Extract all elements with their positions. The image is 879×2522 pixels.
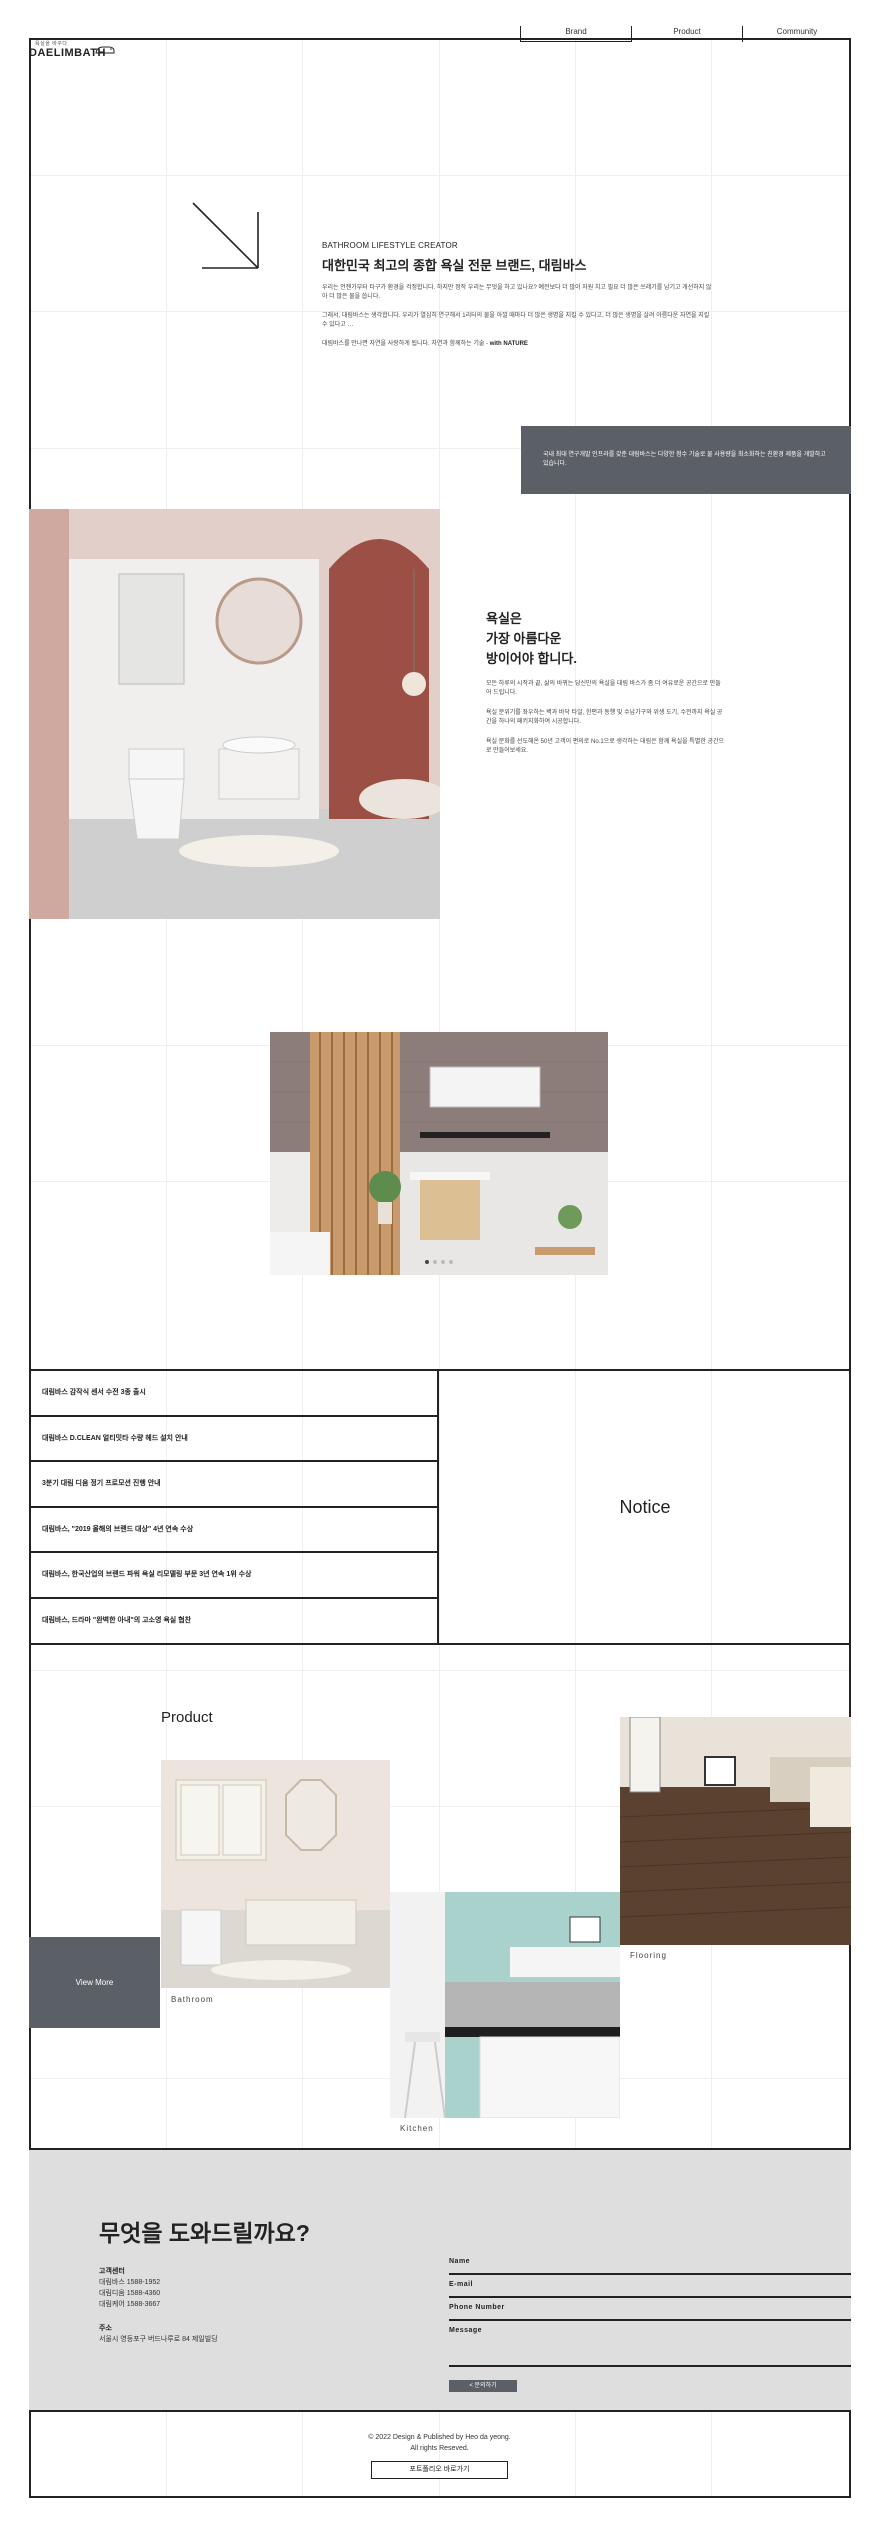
notice-item[interactable]: 대림바스 감작식 센서 수전 3종 출시 [29,1371,437,1417]
product-title: Product [161,1709,213,1726]
quote-line: 방이어야 합니다. [486,651,577,666]
customer-center-label: 고객센터 [99,2268,125,2275]
main-nav: Brand Product Community [520,26,851,42]
intro-eyebrow: BATHROOM LIFESTYLE CREATOR [322,241,458,250]
nav-brand[interactable]: Brand [520,26,632,42]
logo-tagline: 욕실을 바꾸다 [35,41,68,47]
intro-paragraph: 우리는 언젠가부터 타구가 환경을 걱정합니다. 하지만 정작 우리는 무엇을 … [322,285,712,300]
nav-product[interactable]: Product [632,26,742,42]
address-label: 주소 [99,2325,112,2332]
intro-section: BATHROOM LIFESTYLE CREATOR 대한민국 최고의 종합 욕… [322,241,712,349]
slider-dot[interactable] [425,1260,429,1264]
quote-line: 가장 아름다운 [486,631,562,646]
product-bathroom-label[interactable]: Bathroom [171,1995,214,2004]
customer-center-line: 대림케어 1588-3667 [99,2301,161,2308]
customer-center: 고객센터 대림바스 1588-1952 대림디움 1588-4360 대림케어 … [99,2266,160,2310]
product-flooring-photo[interactable] [620,1717,851,1945]
name-field[interactable]: Name [449,2252,851,2275]
arrow-down-right-icon [192,202,259,269]
message-field[interactable]: Message [449,2321,851,2367]
product-kitchen-label[interactable]: Kitchen [400,2124,434,2133]
quote-line: 욕실은 [486,611,522,626]
bathroom-quote: 욕실은 가장 아름다운 방이어야 합니다. 모든 하루의 시작과 끝, 삶의 바… [486,609,726,756]
submit-button[interactable]: < 문의하기 [449,2380,517,2392]
portfolio-link-button[interactable]: 포트폴리오 바로가기 [371,2461,508,2479]
address-block: 주소 서울시 영등포구 버드나루로 84 제일빌딩 [99,2323,218,2345]
product-kitchen-photo[interactable] [390,1892,620,2118]
grid-line [31,175,849,176]
bear-icon [95,46,115,54]
grid-line [166,40,167,2496]
notice-list: 대림바스 감작식 센서 수전 3종 출시 대림바스 D.CLEAN 얼티밋타 수… [29,1371,439,1643]
intro-highlight: with NATURE [489,341,528,347]
notice-item[interactable]: 대림바스, "2019 올해의 브랜드 대상" 4년 연속 수상 [29,1508,437,1553]
intro-title: 대한민국 최고의 종합 욕실 전문 브랜드, 대림바스 [322,258,587,273]
slider-dot[interactable] [449,1260,453,1264]
grid-line [31,1670,849,1671]
footer-credit: © 2022 Design & Published by Heo da yeon… [368,2434,511,2441]
notice-title: Notice [619,1497,671,1517]
contact-section: 무엇을 도와드릴까요? 고객센터 대림바스 1588-1952 대림디움 158… [29,2148,851,2412]
view-more-button[interactable]: View More [29,1937,160,2028]
grid-line [711,40,712,2496]
intro-paragraph: 그래서, 대림바스는 생각합니다. 우리가 열심히 연구해서 1리터의 물을 아… [322,313,710,328]
intro-paragraph: 대림바스를 만나면 자연을 사랑하게 됩니다. 자연과 함께하는 기술 - wi… [322,340,712,349]
bathroom-photo [29,509,440,919]
phone-field[interactable]: Phone Number [449,2298,851,2321]
contact-heading: 무엇을 도와드릴까요? [99,2220,310,2246]
footer-rights: All rights Reseved. [410,2445,469,2452]
notice-section: 대림바스 감작식 센서 수전 3종 출시 대림바스 D.CLEAN 얼티밋타 수… [29,1369,851,1645]
quote-paragraph: 모든 하루의 시작과 끝, 삶의 바뀌는 당신만의 욕실을 대림 바스가 좀 더… [486,681,721,696]
slider-photo[interactable] [270,1032,608,1275]
notice-item[interactable]: 대림바스, 한국산업의 브랜드 파워 욕실 리모델링 부문 3년 연속 1위 수… [29,1553,437,1599]
logo[interactable]: 욕실을 바꾸다 DAELIMBATH [29,38,119,64]
notice-item[interactable]: 3분기 대림 디움 정기 프로모션 진행 안내 [29,1462,437,1508]
quote-paragraph: 욕실 문화를 선도해온 50년 고객이 편의로 No.1으로 생각하는 대림은 … [486,739,725,754]
product-bathroom-photo[interactable] [161,1760,390,1988]
nav-community[interactable]: Community [742,26,851,42]
product-flooring-label[interactable]: Flooring [630,1951,667,1960]
slider-dot[interactable] [441,1260,445,1264]
slider-dot[interactable] [433,1260,437,1264]
quote-paragraph: 욕실 분위기를 좌우하는 벽과 바닥 타일, 한편과 동행 및 수납가구와 위생… [486,710,723,725]
rnd-callout: 국내 최대 연구개발 인프라를 갖춘 대림바스는 다양한 첨수 기술로 물 사용… [521,426,851,494]
notice-item[interactable]: 대림바스, 드라마 "완벽한 아내"의 고소영 욕실 협찬 [29,1599,437,1645]
notice-item[interactable]: 대림바스 D.CLEAN 얼티밋타 수량 헤드 설치 안내 [29,1417,437,1462]
intro-text: 대림바스를 만나면 자연을 사랑하게 됩니다. 자연과 함께하는 기술 - [322,341,490,347]
slider-dots [270,1251,608,1269]
address-value: 서울시 영등포구 버드나루로 84 제일빌딩 [99,2336,218,2343]
email-field[interactable]: E-mail [449,2275,851,2298]
customer-center-line: 대림바스 1588-1952 [99,2279,161,2286]
customer-center-line: 대림디움 1588-4360 [99,2290,161,2297]
